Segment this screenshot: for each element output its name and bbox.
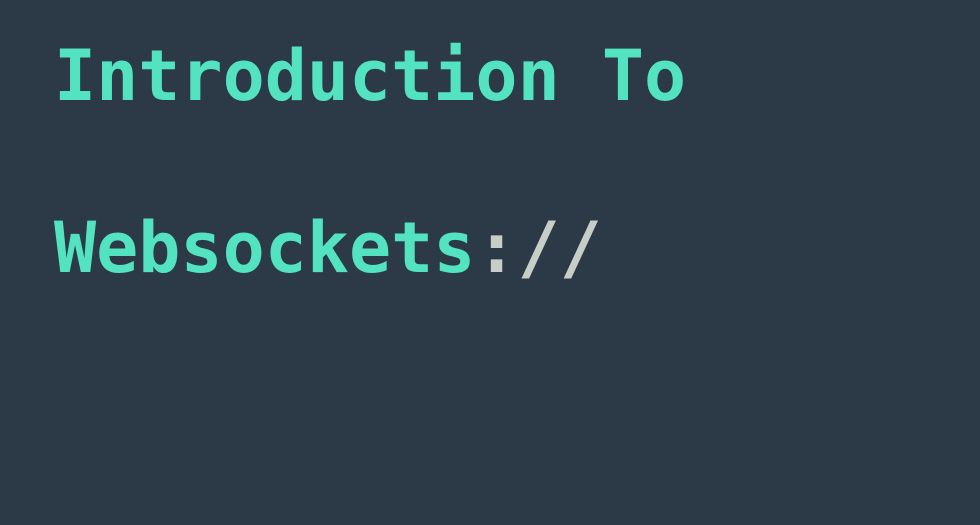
title-word-websockets: Websockets [54,207,476,289]
title-line-2: Websockets:// [54,208,602,288]
title-line-1: Introduction To [54,35,687,117]
title-protocol-suffix: :// [475,207,602,289]
